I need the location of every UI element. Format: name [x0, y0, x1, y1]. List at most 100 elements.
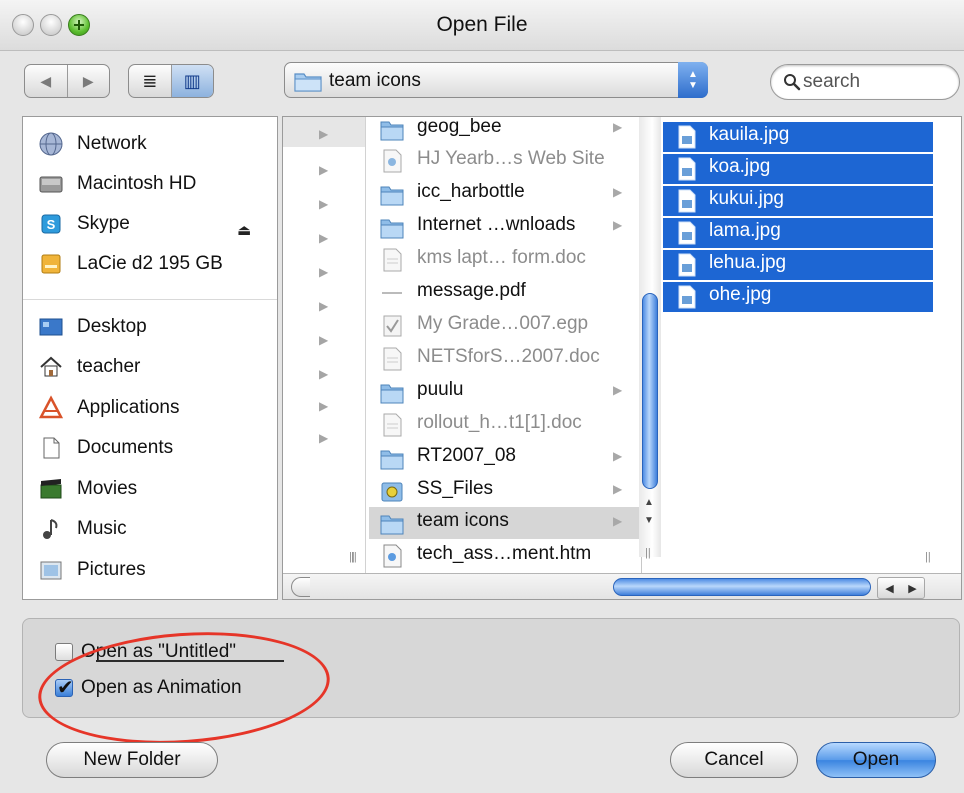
scrollbar-thumb[interactable]	[613, 578, 871, 596]
list-item-selected[interactable]: team icons ▶	[369, 507, 641, 539]
folder-icon	[380, 121, 404, 141]
sidebar-separator	[23, 299, 277, 300]
forward-button[interactable]: ▶	[66, 65, 110, 97]
cancel-button[interactable]: Cancel	[670, 742, 798, 778]
scroll-up-icon[interactable]: ▲	[644, 497, 654, 508]
search-icon	[784, 74, 801, 91]
list-item[interactable]: tech_ass…ment.htm	[369, 540, 641, 572]
scroll-arrows[interactable]: ◀ ▶	[877, 577, 925, 599]
search-input[interactable]	[803, 71, 953, 93]
sidebar: Network Macintosh HD S Skype ⏏ LaCie d2 …	[22, 116, 278, 600]
sidebar-item-label: Macintosh HD	[77, 173, 197, 194]
list-item[interactable]: rollout_h…t1[1].doc	[369, 409, 641, 441]
sidebar-item-label: Skype	[77, 213, 130, 234]
skype-icon: S	[37, 210, 65, 238]
sidebar-item-macintosh-hd[interactable]: Macintosh HD	[37, 169, 196, 199]
list-view-button[interactable]: ≣	[129, 65, 171, 97]
sidebar-item-pictures[interactable]: Pictures	[37, 555, 146, 585]
horizontal-scrollbar[interactable]: ◀ ▶	[283, 573, 961, 599]
sidebar-item-label: Music	[77, 518, 127, 539]
image-file-icon	[678, 157, 696, 181]
window-title: Open File	[436, 13, 528, 36]
sidebar-item-desktop[interactable]: Desktop	[37, 312, 147, 342]
folder-icon	[380, 219, 404, 239]
list-item[interactable]: puulu ▶	[369, 376, 641, 408]
new-folder-button[interactable]: New Folder	[46, 742, 218, 778]
scroll-down-icon[interactable]: ▼	[644, 515, 654, 526]
document-icon	[383, 413, 402, 437]
sidebar-item-label: Pictures	[77, 559, 146, 580]
sidebar-item-applications[interactable]: Applications	[37, 393, 179, 423]
open-button[interactable]: Open	[816, 742, 936, 778]
list-item[interactable]: My Grade…007.egp	[369, 310, 641, 342]
web-document-icon	[383, 544, 402, 568]
disclosure-arrow-icon: ▶	[319, 265, 329, 279]
list-item-selected[interactable]: lama.jpg	[663, 218, 933, 248]
column-browser: ▶ ▶ ▶ ▶ ▶ ▶ ▶ ▶ ▶ ▶ || geog_bee ▶ HJ Yea…	[282, 116, 962, 600]
scrollbar-track-start	[291, 577, 310, 597]
external-drive-icon	[37, 250, 65, 278]
image-file-icon	[678, 125, 696, 149]
list-item[interactable]: Internet …wnloads ▶	[369, 211, 641, 243]
column-resize-handle[interactable]: ||	[645, 547, 651, 559]
list-item[interactable]: HJ Yearb…s Web Site	[369, 145, 641, 177]
disclosure-arrow-icon: ▶	[319, 197, 329, 211]
sidebar-item-teacher[interactable]: teacher	[37, 352, 140, 382]
applications-icon	[37, 394, 65, 422]
browser-column-1: ▶ ▶ ▶ ▶ ▶ ▶ ▶ ▶ ▶ ▶ ||	[283, 117, 366, 577]
svg-text:S: S	[47, 217, 56, 232]
scrollbar-thumb[interactable]	[642, 293, 658, 489]
list-item-selected[interactable]: lehua.jpg	[663, 250, 933, 280]
back-button[interactable]: ◀	[25, 65, 67, 97]
folder-icon	[380, 186, 404, 206]
list-item[interactable]: NETSforS…2007.doc	[369, 343, 641, 375]
disclosure-arrow-icon: ▶	[319, 367, 329, 381]
column-2-scrollbar[interactable]: ▲ ▼ ||	[639, 117, 661, 559]
open-file-dialog: Open File ◀ ▶ ≣ ▥ team icons ▲▼ Network	[0, 0, 964, 793]
sidebar-item-documents[interactable]: Documents	[37, 433, 173, 463]
column-resize-handle[interactable]: ||	[925, 551, 931, 563]
gradebook-icon	[383, 315, 402, 337]
sidebar-item-lacie[interactable]: LaCie d2 195 GB	[37, 249, 223, 279]
list-item-selected[interactable]: koa.jpg	[663, 154, 933, 184]
network-icon	[37, 130, 65, 158]
sidebar-item-label: LaCie d2 195 GB	[77, 253, 223, 274]
image-file-icon	[678, 189, 696, 213]
movies-icon	[37, 475, 65, 503]
pdf-icon	[382, 292, 402, 294]
sidebar-item-network[interactable]: Network	[37, 129, 147, 159]
open-untitled-checkbox[interactable]	[55, 643, 73, 661]
disclosure-arrow-icon: ▶	[319, 231, 329, 245]
list-item-selected[interactable]: kukui.jpg	[663, 186, 933, 216]
disclosure-arrow-icon: ▶	[319, 333, 329, 347]
disclosure-arrow-icon: ▶	[613, 449, 623, 463]
eject-icon[interactable]: ⏏	[237, 221, 251, 239]
view-mode-control: ≣ ▥	[128, 64, 214, 98]
list-item-selected[interactable]: kauila.jpg	[663, 122, 933, 152]
sidebar-item-music[interactable]: Music	[37, 514, 127, 544]
sidebar-item-label: Movies	[77, 478, 138, 499]
disclosure-arrow-icon: ▶	[613, 514, 623, 528]
list-item[interactable]: icc_harbottle ▶	[369, 178, 641, 210]
sidebar-item-label: Network	[77, 133, 147, 154]
column-resize-handle[interactable]: ||	[349, 551, 355, 563]
sidebar-item-movies[interactable]: Movies	[37, 474, 137, 504]
location-popup[interactable]: team icons ▲ ▼	[284, 62, 708, 98]
list-item[interactable]: message.pdf	[369, 277, 641, 309]
disclosure-arrow-icon: ▶	[613, 185, 623, 199]
list-item-selected[interactable]: ohe.jpg	[663, 282, 933, 312]
folder-icon	[380, 384, 404, 404]
list-item[interactable]: kms lapt… form.doc	[369, 244, 641, 276]
document-icon	[383, 347, 402, 371]
list-item[interactable]: RT2007_08 ▶	[369, 442, 641, 474]
sidebar-item-skype[interactable]: S Skype	[37, 209, 130, 239]
folder-icon	[294, 73, 322, 92]
column-view-button[interactable]: ▥	[170, 65, 213, 97]
list-item[interactable]: SS_Files ▶	[369, 475, 641, 507]
list-item[interactable]: geog_bee ▶	[369, 117, 641, 145]
pictures-icon	[37, 556, 65, 584]
scroll-right-icon[interactable]: ▶	[908, 582, 916, 595]
web-document-icon	[383, 149, 402, 173]
scroll-left-icon[interactable]: ◀	[885, 582, 893, 595]
search-field[interactable]	[770, 64, 960, 100]
